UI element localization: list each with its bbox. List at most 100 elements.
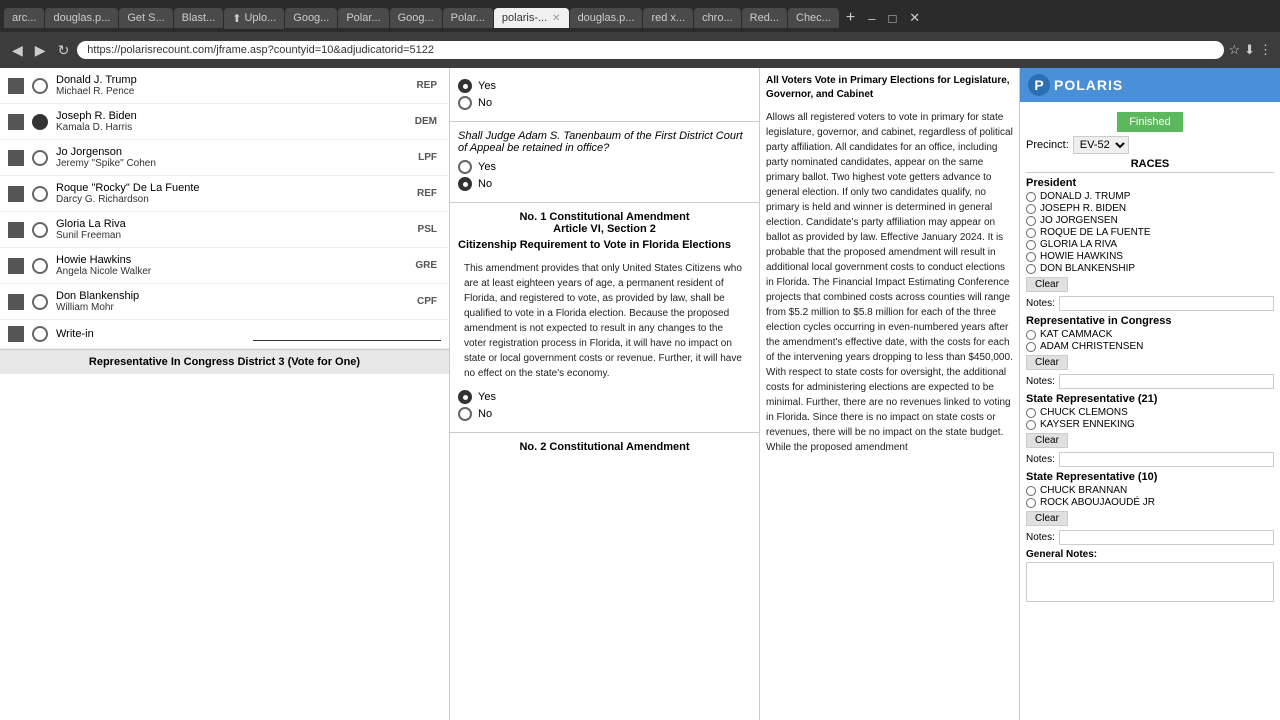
close-button[interactable]: ✕ [903, 8, 926, 28]
tab-polar2[interactable]: Polar... [443, 8, 493, 28]
tab-red[interactable]: red x... [643, 8, 693, 28]
race-radio-christensen[interactable] [1026, 342, 1036, 352]
checkbox-glorialriva[interactable] [8, 222, 24, 238]
race-radio-clemons[interactable] [1026, 408, 1036, 418]
state-rep-10-notes-input[interactable] [1059, 530, 1274, 545]
bookmark-button[interactable]: ☆ [1228, 42, 1240, 58]
race-radio-roque[interactable] [1026, 228, 1036, 238]
race-radio-enneking[interactable] [1026, 420, 1036, 430]
tab-arc[interactable]: arc... [4, 8, 44, 28]
info-text: Allows all registered voters to vote in … [760, 104, 1019, 461]
radio-trump[interactable] [32, 78, 48, 94]
checkbox-biden[interactable] [8, 114, 24, 130]
write-in-row: Write-in [0, 320, 449, 349]
race-option-enneking[interactable]: KAYSER ENNEKING [1026, 419, 1274, 430]
race-radio-howie[interactable] [1026, 252, 1036, 262]
radio-glorialriva[interactable] [32, 222, 48, 238]
general-notes-textarea[interactable] [1026, 562, 1274, 602]
party-jorgenson: LPF [414, 152, 441, 163]
running-mate-jorgenson: Jeremy "Spike" Cohen [56, 158, 414, 169]
race-label-christensen: ADAM CHRISTENSEN [1040, 341, 1143, 352]
checkbox-writein[interactable] [8, 326, 24, 342]
checkbox-jorgenson[interactable] [8, 150, 24, 166]
radio-jorgenson[interactable] [32, 150, 48, 166]
judge-yes-option[interactable]: Yes [458, 79, 751, 93]
race-option-roque[interactable]: ROQUE DE LA FUENTE [1026, 227, 1274, 238]
race-option-trump[interactable]: DONALD J. TRUMP [1026, 191, 1274, 202]
president-clear-button[interactable]: Clear [1026, 277, 1068, 292]
rep-congress-notes-input[interactable] [1059, 374, 1274, 389]
tab-blast[interactable]: Blast... [174, 8, 224, 28]
checkbox-trump[interactable] [8, 78, 24, 94]
amend1-yes-option[interactable]: Yes [458, 390, 751, 404]
race-radio-donb[interactable] [1026, 264, 1036, 274]
state-rep-21-clear-button[interactable]: Clear [1026, 433, 1068, 448]
judge2-yes-radio[interactable] [458, 160, 472, 174]
precinct-select[interactable]: EV-52 [1073, 136, 1129, 154]
amend1-yes-radio[interactable] [458, 390, 472, 404]
judge-no-option[interactable]: No [458, 96, 751, 110]
radio-hawkins[interactable] [32, 258, 48, 274]
maximize-button[interactable]: □ [882, 9, 902, 28]
tab-polaris-active[interactable]: polaris-... ✕ [494, 8, 569, 28]
rep-congress-clear-button[interactable]: Clear [1026, 355, 1068, 370]
race-radio-gloria[interactable] [1026, 240, 1036, 250]
radio-delafuente[interactable] [32, 186, 48, 202]
judge2-yes-label: Yes [478, 161, 496, 173]
race-option-christensen[interactable]: ADAM CHRISTENSEN [1026, 341, 1274, 352]
tab-douglas1[interactable]: douglas.p... [45, 8, 118, 28]
judge-yes-radio[interactable] [458, 79, 472, 93]
amend1-no-radio[interactable] [458, 407, 472, 421]
race-option-gloria[interactable]: GLORIA LA RIVA [1026, 239, 1274, 250]
race-option-aboujaoud[interactable]: ROCK ABOUJAOUDÉ JR [1026, 497, 1274, 508]
refresh-button[interactable]: ↻ [54, 40, 74, 61]
new-tab-button[interactable]: + [840, 9, 861, 27]
download-button[interactable]: ⬇ [1244, 42, 1255, 58]
tab-chro[interactable]: chro... [694, 8, 741, 28]
tab-goog1[interactable]: Goog... [285, 8, 337, 28]
radio-biden[interactable] [32, 114, 48, 130]
race-radio-jorgensen[interactable] [1026, 216, 1036, 226]
finished-button[interactable]: Finished [1117, 112, 1183, 132]
race-radio-biden[interactable] [1026, 204, 1036, 214]
judge2-no-option[interactable]: No [458, 177, 751, 191]
judge2-yes-option[interactable]: Yes [458, 160, 751, 174]
president-notes-input[interactable] [1059, 296, 1274, 311]
state-rep-10-clear-button[interactable]: Clear [1026, 511, 1068, 526]
tab-uplo[interactable]: ⬆ Uplo... [224, 8, 284, 29]
race-radio-brannan[interactable] [1026, 486, 1036, 496]
address-bar[interactable] [77, 41, 1224, 59]
tab-goog2[interactable]: Goog... [390, 8, 442, 28]
radio-blankenship[interactable] [32, 294, 48, 310]
tab-polar1[interactable]: Polar... [338, 8, 388, 28]
radio-writein[interactable] [32, 326, 48, 342]
precinct-row: Precinct: EV-52 [1026, 136, 1274, 154]
race-option-cammack[interactable]: KAT CAMMACK [1026, 329, 1274, 340]
checkbox-hawkins[interactable] [8, 258, 24, 274]
forward-button[interactable]: ▶ [31, 40, 50, 61]
tab-gets[interactable]: Get S... [119, 8, 172, 28]
race-option-biden[interactable]: JOSEPH R. BIDEN [1026, 203, 1274, 214]
race-option-brannan[interactable]: CHUCK BRANNAN [1026, 485, 1274, 496]
tab-redx[interactable]: Red... [742, 8, 787, 28]
race-label-enneking: KAYSER ENNEKING [1040, 419, 1135, 430]
checkbox-blankenship[interactable] [8, 294, 24, 310]
race-radio-aboujaoud[interactable] [1026, 498, 1036, 508]
race-option-clemons[interactable]: CHUCK CLEMONS [1026, 407, 1274, 418]
race-state-rep-10: State Representative (10) CHUCK BRANNAN … [1026, 471, 1274, 545]
minimize-button[interactable]: – [862, 9, 881, 28]
state-rep-21-notes-input[interactable] [1059, 452, 1274, 467]
amend1-no-option[interactable]: No [458, 407, 751, 421]
race-option-jorgensen[interactable]: JO JORGENSEN [1026, 215, 1274, 226]
race-radio-trump[interactable] [1026, 192, 1036, 202]
judge2-no-radio[interactable] [458, 177, 472, 191]
race-option-donb[interactable]: DON BLANKENSHIP [1026, 263, 1274, 274]
extensions-button[interactable]: ⋮ [1259, 42, 1272, 58]
back-button[interactable]: ◀ [8, 40, 27, 61]
tab-douglas2[interactable]: douglas.p... [570, 8, 643, 28]
judge-no-radio[interactable] [458, 96, 472, 110]
checkbox-delafuente[interactable] [8, 186, 24, 202]
race-radio-cammack[interactable] [1026, 330, 1036, 340]
tab-chec[interactable]: Chec... [788, 8, 839, 28]
race-option-howie[interactable]: HOWIE HAWKINS [1026, 251, 1274, 262]
